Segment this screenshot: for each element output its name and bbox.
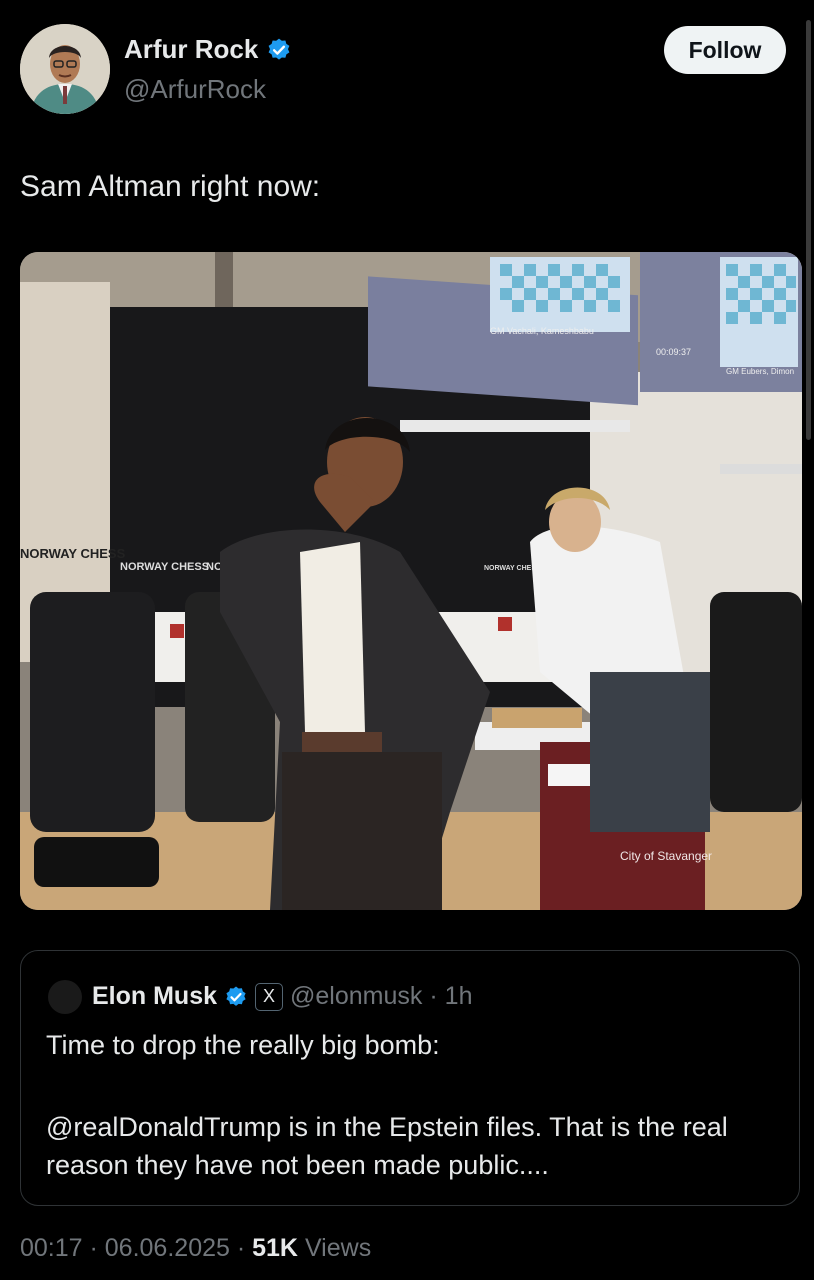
sign-2: NORWAY CHESS [120,561,209,573]
screen-timer: 00:09:37 [656,347,691,357]
quoted-author-avatar[interactable] [48,980,82,1014]
author-handle[interactable]: @ArfurRock [124,74,266,105]
quoted-author-handle[interactable]: @elonmusk [290,982,422,1011]
scrollbar[interactable] [806,20,811,440]
quoted-author[interactable]: Elon Musk X @elonmusk · 1h [92,982,472,1011]
sign-1: NORWAY CHESS [20,546,126,561]
follow-button[interactable]: Follow [664,26,786,74]
screen-caption-right: GM Eubers, Dimon [726,367,794,376]
author-name-text[interactable]: Arfur Rock [124,34,258,65]
views-count: 51K [252,1234,298,1262]
tweet-timestamp[interactable]: 00:17 · 06.06.2025 · [20,1234,245,1262]
tweet-meta: 00:17 · 06.06.2025 · 51K Views [20,1234,371,1263]
author-name[interactable]: Arfur Rock [124,34,292,65]
x-affiliation-badge-icon: X [255,982,284,1011]
author-avatar[interactable] [20,24,110,114]
quoted-tweet-text-line1: Time to drop the really big bomb: [46,1030,440,1060]
quoted-tweet-text-body: @realDonaldTrump is in the Epstein files… [46,1112,728,1180]
tweet-media-image[interactable]: GM Vachali, Kameshbabu 00:09:37 GM Euber… [20,252,802,910]
avatar-portrait [20,24,110,114]
table-sign: City of Stavanger [620,849,712,863]
chess-tournament-photo: GM Vachali, Kameshbabu 00:09:37 GM Euber… [20,252,802,910]
quoted-tweet-time[interactable]: · 1h [429,982,472,1011]
tweet-text: Sam Altman right now: [20,170,321,203]
quoted-author-name[interactable]: Elon Musk [92,982,217,1011]
views-label: Views [304,1234,372,1262]
screen-caption-left: GM Vachali, Kameshbabu [490,326,594,336]
verified-badge-icon [268,38,290,60]
quoted-verified-badge-icon [226,986,246,1006]
